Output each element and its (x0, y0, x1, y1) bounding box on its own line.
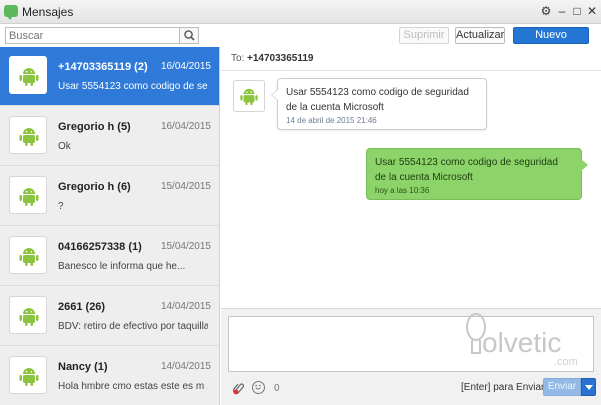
android-robot-icon (19, 188, 39, 206)
send-options-chevron-down-icon[interactable] (581, 378, 596, 396)
conversation-item[interactable]: +14703365119 (2) 16/04/2015 Usar 5554123… (0, 47, 219, 106)
avatar (9, 296, 47, 334)
message-time: hoy a las 10:36 (375, 186, 430, 195)
conversation-date: 14/04/2015 (160, 301, 211, 312)
avatar (9, 236, 47, 274)
composer-area: 0 [Enter] para Enviar Enviar (221, 308, 601, 405)
android-robot-icon (19, 128, 39, 146)
conversation-date: 16/04/2015 (160, 121, 211, 132)
conversation-item[interactable]: 04166257338 (1) 15/04/2015 Banesco le in… (0, 227, 219, 286)
message-text: Usar 5554123 como codigo de seguridad de… (375, 157, 558, 183)
conversation-preview: Ok (58, 141, 71, 152)
incoming-message: Usar 5554123 como codigo de seguridad de… (271, 78, 487, 130)
conversation-name: Gregorio h (6) (58, 181, 131, 193)
search-icon (184, 30, 195, 41)
paperclip-icon[interactable] (233, 381, 245, 395)
search-button[interactable] (179, 28, 198, 43)
conversation-name: Gregorio h (5) (58, 121, 131, 133)
conversation-item[interactable]: Gregorio h (5) 16/04/2015 Ok (0, 107, 219, 166)
conversation-date: 15/04/2015 (160, 181, 211, 192)
smiley-face-glyph (255, 384, 261, 390)
recipient-number: +14703365119 (247, 53, 314, 64)
conversation-date: 14/04/2015 (160, 361, 211, 372)
conversation-date: 15/04/2015 (160, 241, 211, 252)
maximize-button[interactable]: □ (570, 4, 584, 18)
refresh-button[interactable]: Actualizar (455, 27, 505, 44)
conversation-name: 04166257338 (1) (58, 241, 142, 253)
android-robot-icon (19, 308, 39, 326)
conversation-preview: Usar 5554123 como codigo de se... (58, 81, 208, 92)
char-counter: 0 (274, 383, 280, 394)
title-bar: Mensajes ⚙ – □ ✕ (0, 0, 601, 24)
delete-button[interactable]: Suprimir (399, 27, 449, 44)
close-button[interactable]: ✕ (585, 4, 599, 18)
enter-hint: [Enter] para Enviar (461, 382, 545, 393)
sender-avatar (233, 80, 265, 112)
avatar (9, 116, 47, 154)
conversation-preview: BDV: retiro de efectivo por taquilla c..… (58, 321, 208, 332)
message-text: Usar 5554123 como codigo de seguridad de… (286, 87, 469, 113)
messages-app-icon (4, 5, 18, 20)
recipient-bar: To: +14703365119 (221, 47, 601, 71)
chat-panel: To: +14703365119 Usar 5554123 como codig… (221, 47, 601, 405)
window-title: Mensajes (22, 5, 74, 19)
avatar (9, 176, 47, 214)
conversation-preview: Hola hmbre cmo estas este es m ... (58, 381, 208, 392)
android-robot-icon (19, 248, 39, 266)
conversation-item[interactable]: Nancy (1) 14/04/2015 Hola hmbre cmo esta… (0, 347, 219, 405)
conversation-preview: Banesco le informa que he... (58, 261, 186, 272)
conversation-name: 2661 (26) (58, 301, 106, 313)
search-box (5, 27, 199, 44)
conversation-name: +14703365119 (2) (58, 61, 148, 73)
new-message-button[interactable]: Nuevo Mensaje (513, 27, 589, 56)
conversation-item[interactable]: 2661 (26) 14/04/2015 BDV: retiro de efec… (0, 287, 219, 346)
search-input[interactable] (6, 28, 180, 43)
conversation-list: +14703365119 (2) 16/04/2015 Usar 5554123… (0, 47, 220, 405)
android-robot-icon (19, 368, 39, 386)
message-input[interactable] (228, 316, 594, 372)
conversation-name: Nancy (1) (58, 361, 108, 373)
conversation-date: 16/04/2015 (160, 61, 211, 72)
conversation-preview: ? (58, 201, 64, 212)
minimize-button[interactable]: – (555, 4, 569, 18)
conversation-item[interactable]: Gregorio h (6) 15/04/2015 ? (0, 167, 219, 226)
message-time: 14 de abril de 2015 21:46 (286, 116, 377, 125)
send-button[interactable]: Enviar (543, 378, 581, 396)
to-label: To: (231, 53, 245, 64)
android-robot-icon (19, 68, 39, 86)
outgoing-message: Usar 5554123 como codigo de seguridad de… (366, 148, 588, 200)
avatar (9, 56, 47, 94)
toolbar: Suprimir Actualizar Nuevo Mensaje (0, 24, 601, 56)
avatar (9, 356, 47, 394)
android-robot-icon (240, 88, 258, 106)
gear-icon[interactable]: ⚙ (539, 4, 553, 18)
smiley-icon[interactable] (252, 381, 265, 394)
